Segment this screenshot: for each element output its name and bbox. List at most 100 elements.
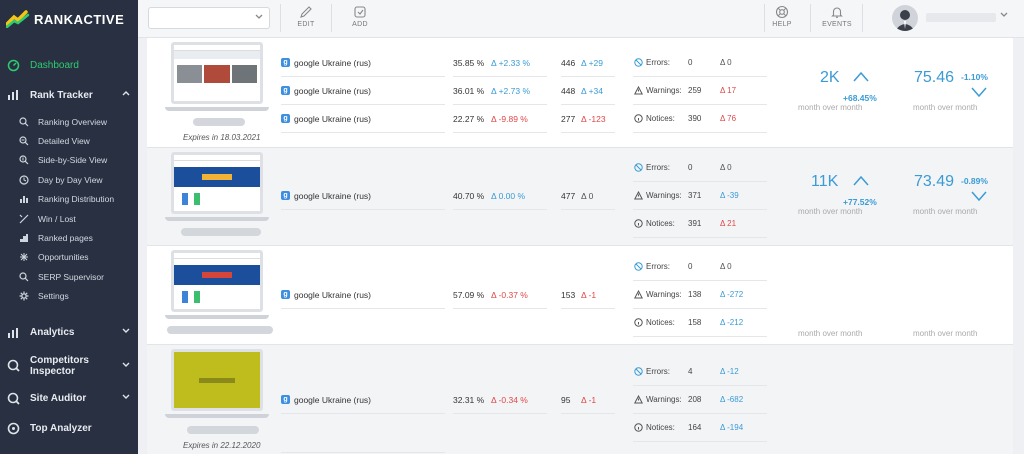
sidebar-subitem-win-lost[interactable]: Win / Lost xyxy=(0,209,138,228)
user-name[interactable] xyxy=(926,13,996,22)
engine-name: google Ukraine (rus) xyxy=(294,85,372,96)
top-analyzer-icon xyxy=(6,422,20,436)
sidebar-item-site-auditor[interactable]: Site Auditor xyxy=(0,384,138,414)
engine-name: google Ukraine (rus) xyxy=(294,57,372,68)
sidebar-subitem-ranking-distribution[interactable]: Ranking Distribution xyxy=(0,190,138,209)
edit-button[interactable]: EDIT xyxy=(286,5,326,28)
sidebar-subitem-serp-supervisor[interactable]: SERP Supervisor xyxy=(0,267,138,286)
chevron-down-icon[interactable] xyxy=(1000,12,1008,18)
project-row[interactable]: Expires in 18.03.2021 g google Ukraine (r… xyxy=(147,38,1013,148)
audit-delta: Δ -272 xyxy=(720,290,744,299)
audit-notices[interactable]: Notices: 158 Δ -212 xyxy=(633,309,767,337)
site-thumbnail[interactable] xyxy=(171,250,263,312)
sidebar-subitem-detailed-view[interactable]: Detailed View xyxy=(0,131,138,150)
sidebar-subitem-side-by-side[interactable]: Side-by-Side View xyxy=(0,151,138,170)
audit-label: Errors: xyxy=(646,58,670,67)
toolbar-divider xyxy=(280,4,281,32)
project-row[interactable]: g google Ukraine (rus) 40.70 % Δ 0.00 % 47… xyxy=(147,148,1013,246)
audit-delta: Δ -212 xyxy=(720,318,744,327)
site-thumbnail[interactable] xyxy=(171,152,263,214)
project-row[interactable]: g google Ukraine (rus) 57.09 % Δ -0.37 % 1… xyxy=(147,246,1013,345)
project-domain-redacted xyxy=(167,326,273,334)
arrow-up-icon xyxy=(853,71,869,82)
metric-period: month over month xyxy=(913,329,978,338)
google-icon: g xyxy=(281,191,290,200)
engine-row[interactable]: g google Ukraine (rus) xyxy=(281,386,445,414)
keywords-value: 95 xyxy=(561,394,571,405)
events-button[interactable]: EVENTS xyxy=(817,5,857,28)
engine-row[interactable]: g google Ukraine (rus) xyxy=(281,105,445,133)
sidebar-item-label: Top Analyzer xyxy=(30,423,92,435)
subitem-label: Ranking Distribution xyxy=(38,194,115,205)
audit-warnings[interactable]: Warnings: 208 Δ -682 xyxy=(633,386,767,414)
site-thumbnail[interactable] xyxy=(171,349,263,411)
visibility-delta: Δ -0.34 % xyxy=(491,394,528,405)
opportunities-icon xyxy=(18,251,30,263)
arrow-down-icon xyxy=(971,87,987,98)
audit-notices[interactable]: Notices: 391 Δ 21 xyxy=(633,210,767,238)
engine-row[interactable]: g google Ukraine (rus) xyxy=(281,77,445,105)
project-select[interactable] xyxy=(148,7,270,29)
sidebar-subitem-ranked-pages[interactable]: Ranked pages xyxy=(0,228,138,247)
sidebar-subitem-settings[interactable]: Settings xyxy=(0,287,138,306)
rank-tracker-submenu: Ranking Overview Detailed View Side-by-S… xyxy=(0,110,138,306)
visibility-delta: Δ +2.73 % xyxy=(491,85,530,96)
audit-warnings[interactable]: Warnings: 259 Δ 17 xyxy=(633,77,767,105)
ranked-pages-icon xyxy=(18,232,30,244)
audit-errors[interactable]: Errors: 0 Δ 0 xyxy=(633,253,767,281)
help-button[interactable]: HELP xyxy=(762,5,802,28)
keywords-cell: 448 Δ +34 xyxy=(561,77,615,105)
subitem-label: Opportunities xyxy=(38,252,89,263)
keywords-value: 446 xyxy=(561,57,576,68)
metric-change: +68.45% xyxy=(843,93,877,103)
keywords-value: 448 xyxy=(561,85,576,96)
compare-icon xyxy=(18,154,30,166)
sidebar-subitem-opportunities[interactable]: Opportunities xyxy=(0,248,138,267)
audit-label: Warnings: xyxy=(646,86,682,95)
sidebar-item-rank-tracker[interactable]: Rank Tracker xyxy=(0,80,138,110)
sidebar-item-top-analyzer[interactable]: Top Analyzer xyxy=(0,414,138,444)
audit-notices[interactable]: Notices: 164 Δ -194 xyxy=(633,414,767,442)
warning-icon xyxy=(633,86,643,95)
keywords-value: 277 xyxy=(561,113,576,124)
logo-text-rank: RANK xyxy=(34,11,74,27)
visibility-cell: 32.31 % Δ -0.34 % xyxy=(453,386,547,414)
events-label: EVENTS xyxy=(822,21,852,28)
sidebar-subitem-ranking-overview[interactable]: Ranking Overview xyxy=(0,112,138,131)
win-lost-icon xyxy=(18,213,30,225)
audit-notices[interactable]: Notices: 390 Δ 76 xyxy=(633,105,767,133)
sidebar-item-competitors-inspector[interactable]: Competitors Inspector xyxy=(0,348,138,384)
audit-errors[interactable]: Errors: 4 Δ -12 xyxy=(633,358,767,386)
traffic-metric: 2K +68.45% month over month xyxy=(795,66,905,116)
score-metric: 75.46 -1.10% month over month xyxy=(909,66,1019,116)
topbar: EDIT ADD HELP EVENTS xyxy=(138,0,1024,38)
engine-row[interactable]: g google Ukraine (rus) xyxy=(281,49,445,77)
logo[interactable]: RANKACTIVE xyxy=(0,0,138,38)
sidebar-subitem-day-by-day[interactable]: Day by Day View xyxy=(0,170,138,189)
avatar[interactable] xyxy=(892,5,918,31)
audit-warnings[interactable]: Warnings: 371 Δ -39 xyxy=(633,182,767,210)
engine-row[interactable]: g google Ukraine (rus) xyxy=(281,281,445,309)
audit-delta: Δ 0 xyxy=(720,58,732,67)
sidebar-item-dashboard[interactable]: Dashboard xyxy=(0,50,138,80)
site-thumbnail[interactable] xyxy=(171,42,263,104)
score-metric: month over month xyxy=(909,274,1019,338)
subitem-label: Ranking Overview xyxy=(38,116,107,127)
audit-errors[interactable]: Errors: 0 Δ 0 xyxy=(633,49,767,77)
audit-value: 4 xyxy=(688,367,693,376)
engine-row[interactable]: g google Ukraine (rus) xyxy=(281,182,445,210)
metric-period: month over month xyxy=(798,103,863,112)
google-icon: g xyxy=(281,395,290,404)
audit-warnings[interactable]: Warnings: 138 Δ -272 xyxy=(633,281,767,309)
distribution-icon xyxy=(18,193,30,205)
traffic-metric: 11K +77.52% month over month xyxy=(795,170,905,220)
audit-errors[interactable]: Errors: 0 Δ 0 xyxy=(633,154,767,182)
project-domain-redacted xyxy=(187,426,259,434)
metric-value: 2K xyxy=(820,69,840,86)
audit-delta: Δ -12 xyxy=(720,367,739,376)
sidebar-item-analytics[interactable]: Analytics xyxy=(0,318,138,348)
warning-icon xyxy=(633,290,643,299)
add-button[interactable]: ADD xyxy=(340,5,380,28)
audit-delta: Δ 21 xyxy=(720,219,737,228)
user-avatar-icon xyxy=(895,10,915,31)
